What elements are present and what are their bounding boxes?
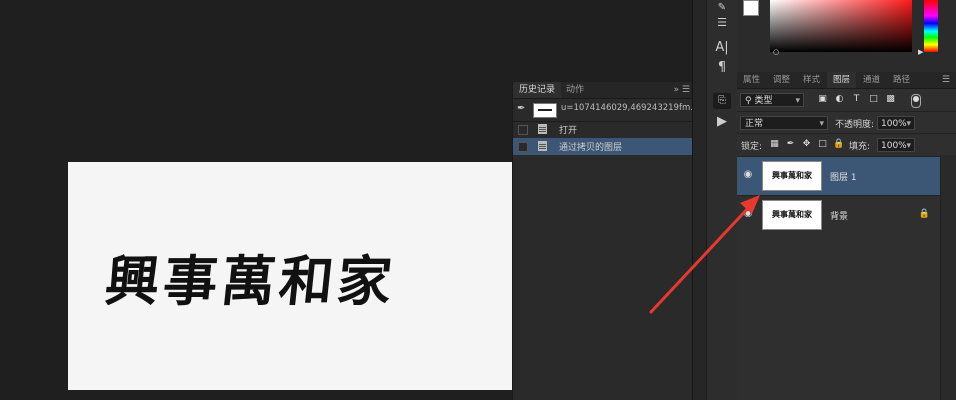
paragraph-icon[interactable]: ¶ — [707, 60, 737, 75]
snapshot-label: u=1074146029,469243219fm... — [561, 103, 699, 113]
eye-icon[interactable]: ◉ — [742, 170, 754, 180]
snapshot-thumbnail — [533, 103, 557, 118]
history-panel: 历史记录 动作 » ☰ ✒ u=1074146029,469243219fm..… — [512, 82, 698, 400]
tab-adjustments[interactable]: 调整 — [767, 72, 796, 88]
panel-divider[interactable] — [692, 0, 707, 400]
play-icon[interactable]: ▶ — [707, 114, 737, 129]
layer-row-layer-1[interactable]: ◉ 興事萬和家 图层 1 — [737, 156, 940, 195]
layer-name[interactable]: 背景 — [830, 209, 848, 222]
opacity-label: 不透明度: — [835, 120, 875, 130]
layer-thumbnail[interactable]: 興事萬和家 — [762, 200, 822, 230]
artwork-text: 興事萬和家 — [102, 248, 399, 313]
layer-filter-select[interactable]: ⚲ 类型 ▾ — [740, 93, 804, 107]
lock-artboard-icon[interactable]: □ — [817, 139, 828, 150]
lock-label: 锁定: — [741, 142, 763, 152]
tab-paths[interactable]: 路径 — [887, 72, 916, 88]
chevron-down-icon: ▾ — [906, 141, 911, 151]
filter-smart-object-icon[interactable]: ▩ — [885, 94, 896, 105]
history-item-layer-via-copy[interactable]: 通过拷贝的图层 — [513, 138, 693, 155]
lock-row: 锁定: ▦ ✒ ✥ □ 🔒 填充: 100% ▾ — [737, 133, 956, 156]
opacity-field[interactable]: 100% ▾ — [877, 116, 915, 130]
filter-pixel-icon[interactable]: ▣ — [817, 94, 828, 105]
history-item-open[interactable]: 打开 — [513, 121, 693, 138]
tab-channels[interactable]: 通道 — [857, 72, 886, 88]
chevron-down-icon: ▾ — [906, 119, 911, 129]
menu-icon[interactable]: ☰ — [682, 82, 690, 98]
lock-transparent-icon[interactable]: ▦ — [769, 139, 780, 150]
color-marker-icon: ○ — [773, 48, 780, 56]
menu-icon[interactable]: ☰ — [942, 72, 950, 88]
thumbnail-artwork: 興事萬和家 — [772, 209, 812, 219]
filter-type-icon[interactable]: T — [851, 94, 862, 105]
opacity-value: 100% — [881, 119, 907, 129]
chevron-down-icon: ▾ — [819, 119, 824, 129]
lock-image-brush-icon[interactable]: ✒ — [785, 139, 796, 150]
layer-name[interactable]: 图层 1 — [830, 170, 857, 183]
fill-field[interactable]: 100% ▾ — [877, 138, 915, 152]
tab-history[interactable]: 历史记录 — [513, 82, 562, 98]
layer-filter-row: ⚲ 类型 ▾ ▣ ◐ T □ ▩ — [737, 89, 956, 111]
history-source-checkbox[interactable] — [518, 125, 528, 135]
double-chevron-right-icon[interactable]: » — [673, 82, 679, 98]
lock-position-icon[interactable]: ✥ — [801, 139, 812, 150]
lock-icon: 🔒 — [918, 209, 930, 219]
blend-row: 正常 ▾ 不透明度: 100% ▾ — [737, 111, 956, 134]
calligraphy-artwork: 興事萬和家 — [68, 162, 514, 390]
eye-icon[interactable]: ◉ — [742, 209, 754, 219]
color-picker-panel: ○ ▶ — [737, 0, 956, 72]
lock-all-icon[interactable]: 🔒 — [833, 139, 844, 150]
right-panel: ○ ▶ 属性 调整 样式 图层 通道 路径 ☰ ⚲ 类型 ▾ ▣ ◐ T □ ▩… — [737, 0, 956, 400]
thumbnail-artwork: 興事萬和家 — [772, 170, 812, 180]
foreground-color-swatch[interactable] — [743, 0, 759, 16]
panel-icon-column: ✎ ☰ A| ¶ ⎘ ▶ — [706, 0, 738, 400]
hue-marker-icon[interactable]: ▶ — [918, 48, 923, 56]
blend-mode-select[interactable]: 正常 ▾ — [740, 116, 828, 130]
search-icon: ⚲ — [745, 96, 752, 106]
document-icon — [538, 124, 547, 134]
filter-shape-icon[interactable]: □ — [868, 94, 879, 105]
tab-properties[interactable]: 属性 — [737, 72, 766, 88]
chevron-down-icon: ▾ — [795, 96, 800, 106]
filter-label: 类型 — [754, 96, 773, 106]
history-panel-tabs: 历史记录 动作 » ☰ — [513, 82, 693, 99]
filter-toggle[interactable] — [911, 94, 921, 108]
tab-styles[interactable]: 样式 — [797, 72, 826, 88]
layers-scrollbar[interactable] — [940, 155, 956, 400]
document-canvas[interactable]: 興事萬和家 — [68, 162, 514, 390]
tool-preset-icon[interactable]: ✎ — [707, 2, 737, 13]
history-item-label: 打开 — [559, 126, 578, 136]
color-saturation-field[interactable] — [770, 0, 912, 52]
hue-slider[interactable] — [924, 0, 938, 52]
fill-value: 100% — [881, 141, 907, 151]
tab-actions[interactable]: 动作 — [560, 82, 590, 98]
history-snapshot[interactable]: ✒ u=1074146029,469243219fm... — [513, 99, 698, 122]
adjustments-sliders-icon[interactable]: ☰ — [707, 16, 737, 29]
fill-label: 填充: — [849, 142, 871, 152]
history-item-label: 通过拷贝的图层 — [559, 143, 623, 153]
filter-adjustment-icon[interactable]: ◐ — [834, 94, 845, 105]
tab-layers[interactable]: 图层 — [827, 72, 857, 88]
layer-row-background[interactable]: ◉ 興事萬和家 背景 🔒 — [737, 195, 940, 234]
history-brush-icon[interactable]: ✒ — [517, 103, 529, 115]
brush-settings-icon[interactable]: ⎘ — [713, 93, 731, 109]
history-source-checkbox[interactable] — [518, 142, 528, 152]
layers-panel-tabs: 属性 调整 样式 图层 通道 路径 ☰ — [737, 72, 956, 89]
character-panel-icon[interactable]: A| — [707, 40, 737, 55]
blend-mode-value: 正常 — [745, 119, 764, 129]
document-icon — [538, 141, 547, 151]
layer-thumbnail[interactable]: 興事萬和家 — [762, 161, 822, 191]
